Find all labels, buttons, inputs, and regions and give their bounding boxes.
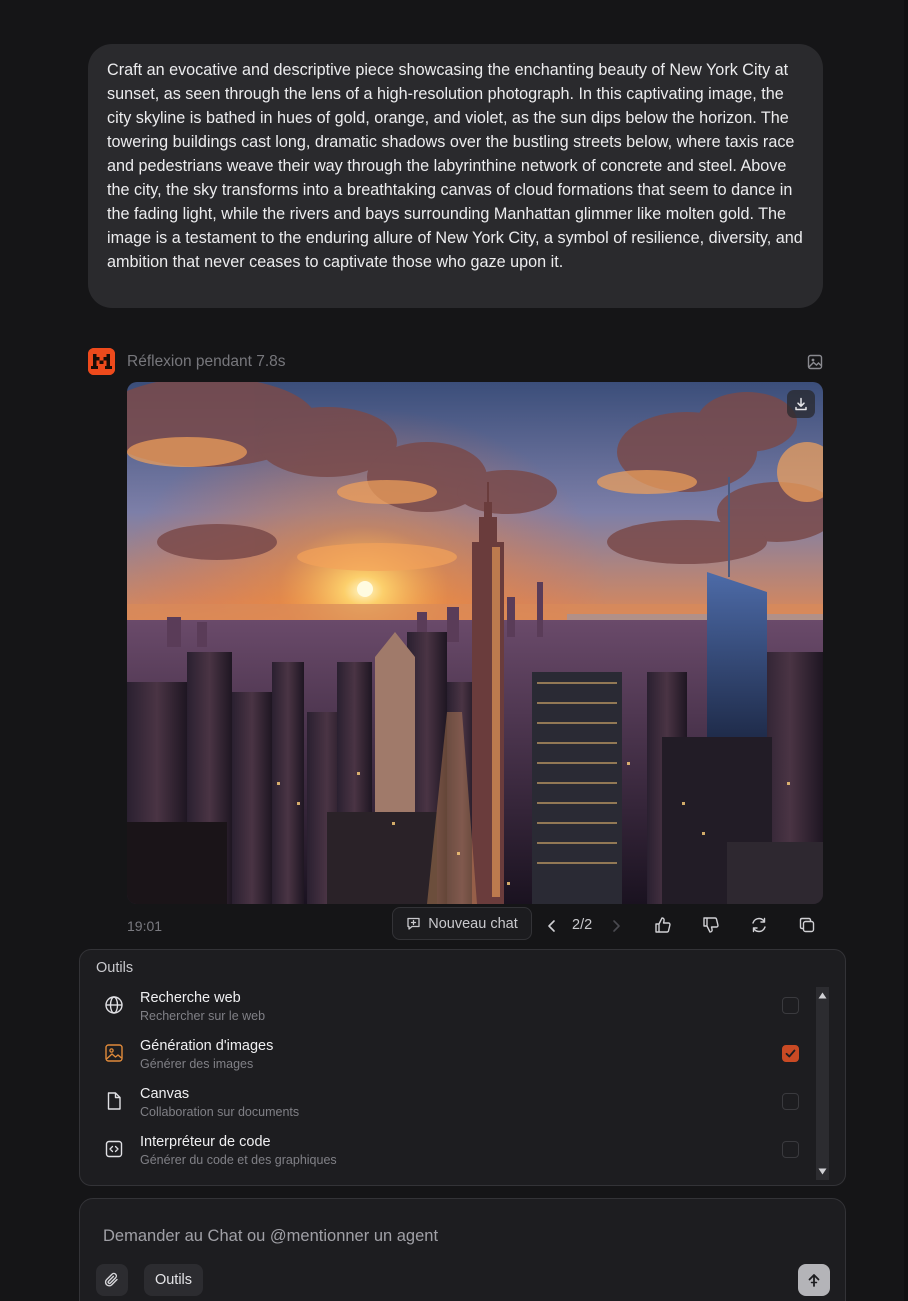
tools-scrollbar[interactable]	[816, 987, 829, 1180]
new-chat-button[interactable]: Nouveau chat	[392, 907, 532, 940]
nyc-sunset-illustration	[127, 382, 823, 904]
new-chat-label: Nouveau chat	[428, 915, 518, 932]
tools-panel-title: Outils	[96, 960, 134, 976]
user-message-text: Craft an evocative and descriptive piece…	[107, 61, 803, 271]
tools-button[interactable]: Outils	[144, 1264, 203, 1296]
page-indicator: 2/2	[572, 917, 593, 933]
image-mode-icon[interactable]	[807, 354, 823, 370]
right-edge-strip	[904, 0, 908, 1301]
send-button[interactable]	[798, 1264, 830, 1296]
globe-icon	[105, 996, 123, 1014]
tool-name: Génération d'images	[140, 1038, 274, 1054]
chevron-right-icon[interactable]	[610, 918, 622, 934]
tool-description: Générer des images	[140, 1057, 254, 1071]
response-pager: 2/2	[544, 915, 624, 937]
copy-icon[interactable]	[798, 916, 816, 934]
code-icon	[105, 1140, 123, 1158]
mistral-logo-icon	[88, 348, 115, 375]
tool-checkbox[interactable]	[782, 1141, 799, 1158]
tool-item-canvas[interactable]: Canvas Collaboration sur documents	[100, 1086, 800, 1130]
paperclip-icon	[104, 1272, 118, 1287]
tool-checkbox[interactable]	[782, 1093, 799, 1110]
scroll-down-arrow-icon[interactable]	[818, 1167, 827, 1176]
download-button[interactable]	[787, 390, 815, 418]
tool-item-code-interpreter[interactable]: Interpréteur de code Générer du code et …	[100, 1134, 800, 1178]
scroll-up-arrow-icon[interactable]	[818, 991, 827, 1000]
regenerate-icon[interactable]	[750, 916, 768, 934]
thinking-status[interactable]: Réflexion pendant 7.8s	[127, 353, 286, 371]
chat-plus-icon	[407, 917, 420, 930]
message-input[interactable]	[103, 1227, 803, 1246]
tool-checkbox-checked[interactable]	[782, 1045, 799, 1062]
send-arrow-icon	[808, 1274, 820, 1287]
composer: Outils	[79, 1198, 846, 1301]
assistant-avatar	[88, 348, 115, 375]
image-icon	[105, 1044, 123, 1062]
tool-item-web-search[interactable]: Recherche web Rechercher sur le web	[100, 990, 800, 1034]
tool-description: Collaboration sur documents	[140, 1105, 300, 1119]
thumbs-up-icon[interactable]	[654, 916, 672, 934]
document-icon	[107, 1092, 121, 1110]
check-icon	[785, 1049, 796, 1058]
tool-checkbox[interactable]	[782, 997, 799, 1014]
chevron-left-icon[interactable]	[546, 918, 558, 934]
assistant-header: Réflexion pendant 7.8s	[88, 348, 823, 376]
tool-description: Générer du code et des graphiques	[140, 1153, 337, 1167]
user-message-bubble: Craft an evocative and descriptive piece…	[88, 44, 823, 308]
generated-image[interactable]	[127, 382, 823, 904]
tool-name: Canvas	[140, 1086, 190, 1102]
tool-description: Rechercher sur le web	[140, 1009, 266, 1023]
tool-item-image-generation[interactable]: Génération d'images Générer des images	[100, 1038, 800, 1082]
download-icon	[795, 397, 807, 411]
attach-button[interactable]	[96, 1264, 128, 1296]
tools-button-label: Outils	[154, 1272, 193, 1288]
tool-name: Recherche web	[140, 990, 241, 1006]
tools-panel: Outils Recherche web Rechercher sur le w…	[79, 949, 846, 1186]
tool-name: Interpréteur de code	[140, 1134, 271, 1150]
message-timestamp: 19:01	[127, 918, 163, 934]
thumbs-down-icon[interactable]	[702, 916, 720, 934]
